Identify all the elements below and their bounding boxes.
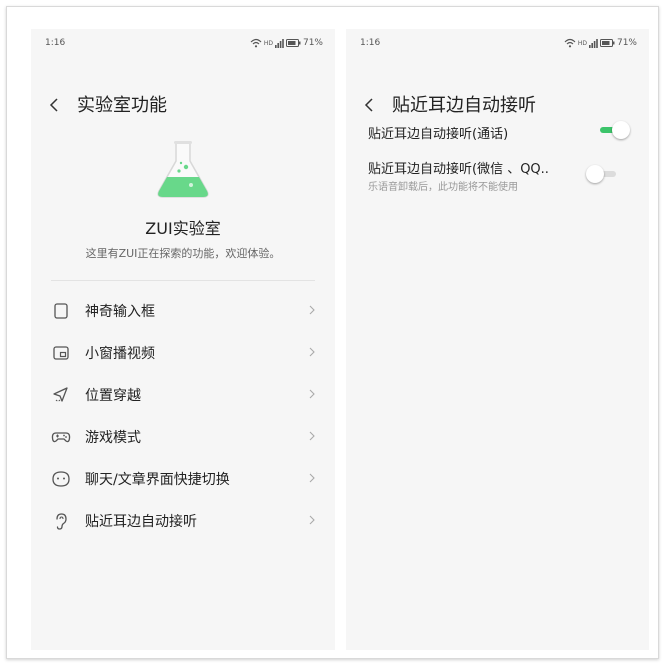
lab-hero: ZUI实验室 这里有ZUI正在探索的功能，欢迎体验。 [31,139,335,261]
toggle-knob [612,121,630,139]
ear-answer-screen: 1:16 HD 71% 贴近耳边自动接听 贴近耳边自动接听(通话) 贴近耳边自动… [346,29,649,650]
location-travel-icon [53,387,68,402]
feature-label: 位置穿越 [85,388,141,404]
signal-icon [588,39,598,48]
chevron-right-icon [309,515,315,525]
chevron-right-icon [309,305,315,315]
divider [51,280,315,281]
picture-in-picture-icon [53,346,69,360]
header: 实验室功能 [31,87,335,123]
status-bar: 1:16 HD 71% [346,29,649,57]
setting-voip-auto-answer[interactable]: 贴近耳边自动接听(微信 、QQ.. 乐语音卸载后，此功能将不能使用 [346,155,649,195]
lab-screen: 1:16 HD 71% 实验室功能 ZUI实验室 这里有ZUI正在探索的功能，欢… [31,29,335,650]
wifi-icon [564,38,576,48]
network-type: HD [577,39,587,47]
feature-item-location-travel[interactable]: 位置穿越 [31,373,335,415]
feature-label: 小窗播视频 [85,346,155,362]
text-box-icon [54,303,68,319]
battery-level: 71% [616,38,637,48]
status-bar: 1:16 HD 71% [31,29,335,57]
voip-auto-answer-toggle[interactable] [586,165,620,183]
back-arrow-icon[interactable] [45,95,65,115]
lab-name: ZUI实验室 [145,219,221,238]
feature-item-ear-answer[interactable]: 贴近耳边自动接听 [31,499,335,541]
signal-icon [274,39,284,48]
feature-item-chat-switch[interactable]: 聊天/文章界面快捷切换 [31,457,335,499]
status-time: 1:16 [360,38,381,48]
chevron-right-icon [309,431,315,441]
setting-call-auto-answer[interactable]: 贴近耳边自动接听(通话) [346,117,649,153]
page-title: 实验室功能 [77,95,167,116]
feature-label: 游戏模式 [85,430,141,446]
gamepad-icon [51,432,71,443]
setting-sublabel: 乐语音卸载后，此功能将不能使用 [368,182,518,193]
chevron-right-icon [309,347,315,357]
chevron-right-icon [309,389,315,399]
screenshot-frame: 1:16 HD 71% 实验室功能 ZUI实验室 这里有ZUI正在探索的功能，欢… [6,6,659,659]
call-auto-answer-toggle[interactable] [596,121,630,139]
status-time: 1:16 [45,38,66,48]
chat-switch-icon [52,471,70,487]
feature-item-game-mode[interactable]: 游戏模式 [31,415,335,457]
feature-label: 聊天/文章界面快捷切换 [85,472,230,488]
lab-feature-list: 神奇输入框 小窗播视频 位置穿越 游戏模式 聊天/文章界面快捷切换 贴近耳边自动… [31,289,335,541]
ear-icon [56,513,67,530]
wifi-icon [250,38,262,48]
back-arrow-icon[interactable] [360,95,380,115]
page-title: 贴近耳边自动接听 [392,95,536,116]
setting-label: 贴近耳边自动接听(微信 、QQ.. [368,162,549,177]
flask-icon [157,141,209,198]
chevron-right-icon [309,473,315,483]
lab-description: 这里有ZUI正在探索的功能，欢迎体验。 [85,247,281,260]
battery-icon [599,39,615,47]
setting-label: 贴近耳边自动接听(通话) [368,127,509,142]
battery-level: 71% [302,38,323,48]
feature-label: 神奇输入框 [85,304,155,320]
feature-label: 贴近耳边自动接听 [85,514,197,530]
feature-item-mini-video[interactable]: 小窗播视频 [31,331,335,373]
toggle-knob [586,165,604,183]
network-type: HD [263,39,273,47]
feature-item-magic-input[interactable]: 神奇输入框 [31,289,335,331]
battery-icon [285,39,301,47]
